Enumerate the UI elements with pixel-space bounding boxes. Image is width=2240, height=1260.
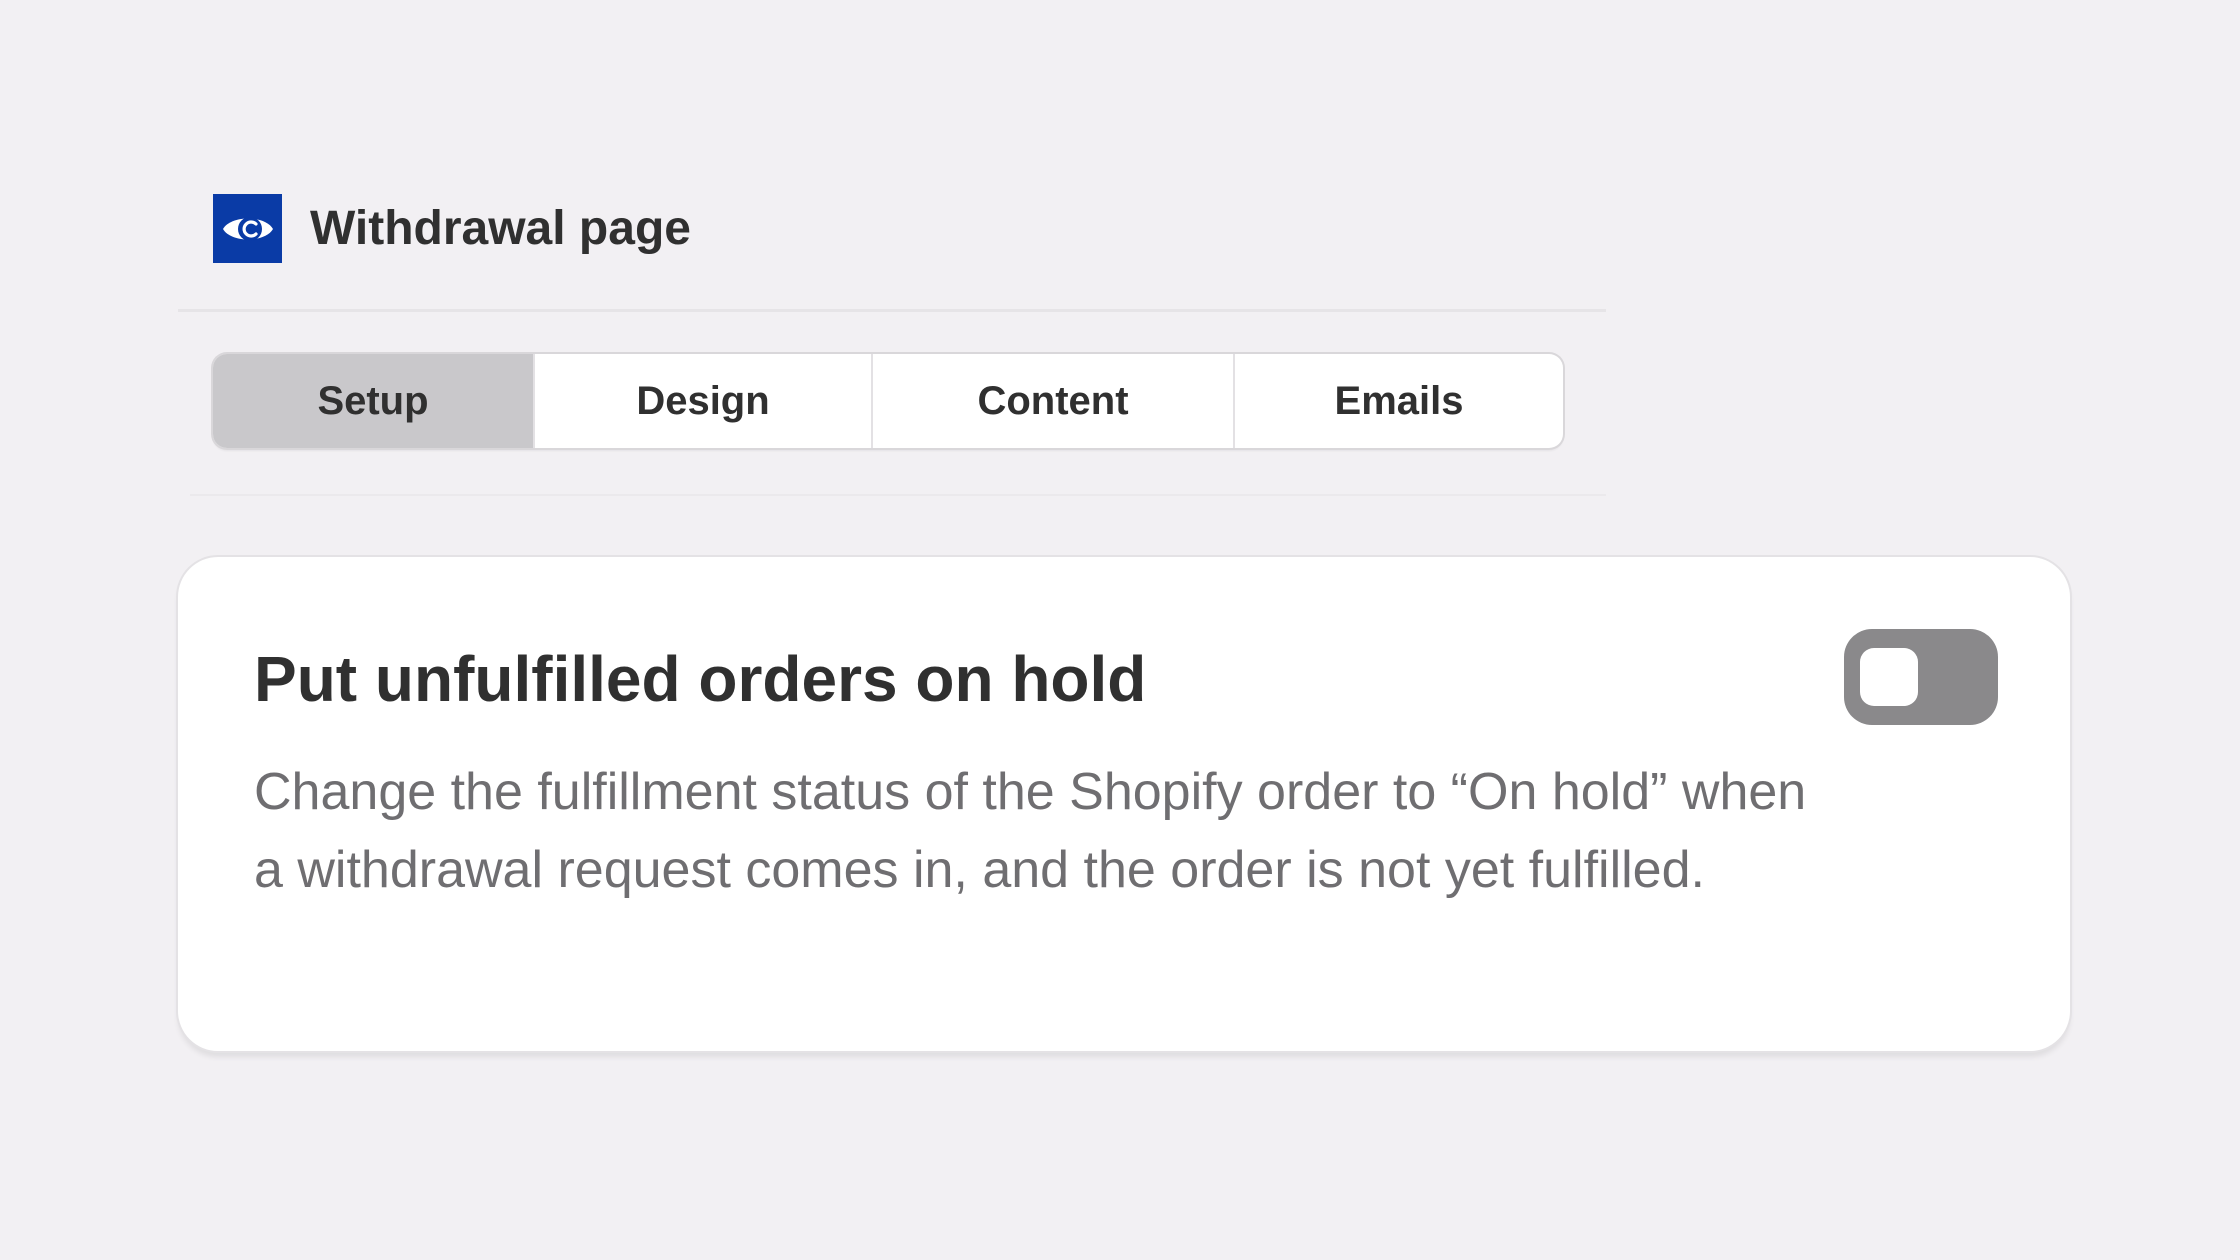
tab-design[interactable]: Design <box>535 354 873 448</box>
setting-title: Put unfulfilled orders on hold <box>254 643 1147 715</box>
page-title: Withdrawal page <box>310 201 691 255</box>
on-hold-toggle[interactable] <box>1844 629 1998 725</box>
app-header: Withdrawal page <box>213 194 691 263</box>
app-logo-icon <box>213 194 282 263</box>
setting-description: Change the fulfillment status of the Sho… <box>254 763 1807 899</box>
tab-setup[interactable]: Setup <box>213 354 535 448</box>
tabs-divider <box>190 494 1606 496</box>
tab-bar: Setup Design Content Emails <box>213 354 1563 448</box>
eye-c-logo-icon <box>222 216 273 241</box>
tab-emails[interactable]: Emails <box>1235 354 1563 448</box>
tab-content[interactable]: Content <box>873 354 1235 448</box>
toggle-knob <box>1860 648 1918 706</box>
setting-card: Put unfulfilled orders on hold Change th… <box>178 557 2070 1051</box>
header-divider <box>178 309 1606 312</box>
